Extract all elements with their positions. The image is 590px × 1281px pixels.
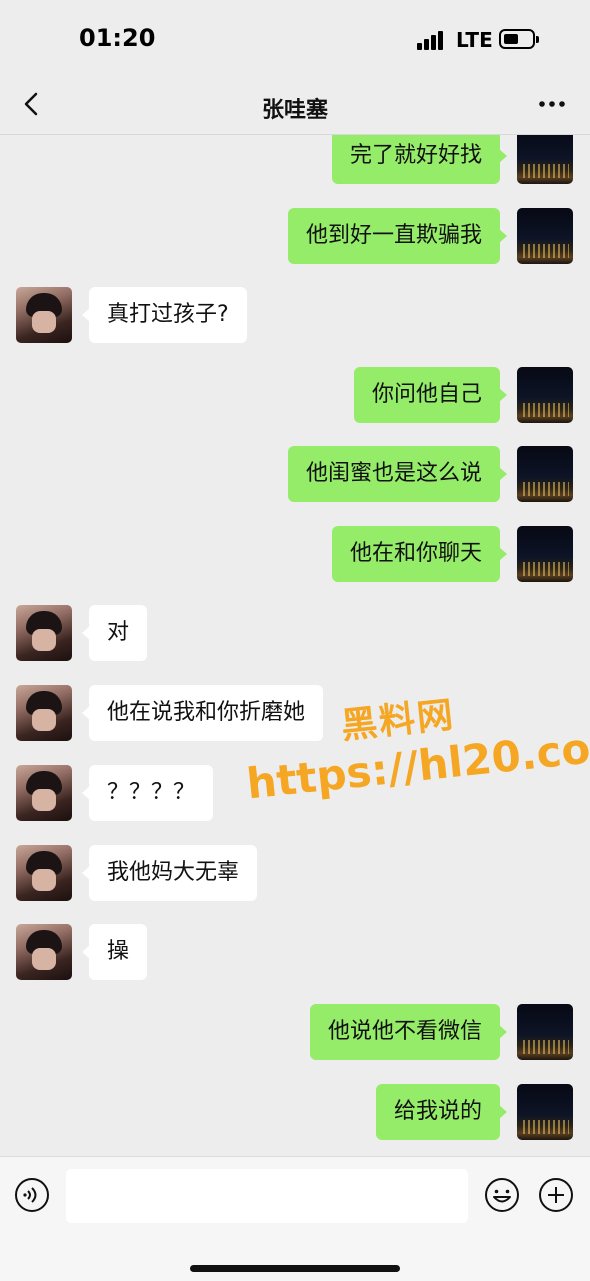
message-bubble[interactable]: ？？？？ xyxy=(81,765,214,821)
my-avatar[interactable] xyxy=(517,367,573,423)
message-row-sent: 给我说的 xyxy=(0,1084,590,1140)
contact-avatar[interactable] xyxy=(16,845,72,901)
message-list[interactable]: 完了就好好找他到好一直欺骗我 真打过孩子? 你问他自己他闺蜜也是这么说他在和你聊天对… xyxy=(0,135,590,1156)
message-bubble[interactable]: 真打过孩子? xyxy=(82,287,247,343)
message-row-received: 我他妈大无辜 xyxy=(0,845,590,901)
message-bubble[interactable]: 他在说我和你折磨她 xyxy=(81,685,324,741)
message-bubble[interactable]: 完了就好好找 xyxy=(331,135,508,184)
my-avatar[interactable] xyxy=(517,1004,573,1060)
message-bubble[interactable]: 他闺蜜也是这么说 xyxy=(287,446,508,502)
message-row-sent: 你问他自己 xyxy=(0,367,590,423)
my-avatar[interactable] xyxy=(517,526,573,582)
contact-avatar[interactable] xyxy=(16,605,72,661)
message-input[interactable] xyxy=(66,1169,468,1223)
contact-avatar[interactable] xyxy=(16,287,72,343)
signal-bars-icon xyxy=(417,30,447,50)
message-bubble[interactable]: 操 xyxy=(81,924,148,980)
emoji-icon[interactable] xyxy=(484,1177,520,1213)
more-dots-icon[interactable] xyxy=(538,94,566,114)
message-bubble[interactable]: 你问他自己 xyxy=(353,367,508,423)
message-bubble[interactable]: 他到好一直欺骗我 xyxy=(287,208,508,264)
message-bubble[interactable]: 他说他不看微信 xyxy=(309,1004,508,1060)
message-row-received: 对 xyxy=(0,605,590,661)
plus-circle-icon[interactable] xyxy=(538,1177,574,1213)
message-row-sent: 他到好一直欺骗我 xyxy=(0,208,590,264)
voice-icon[interactable] xyxy=(14,1177,50,1213)
message-row-sent: 完了就好好找 xyxy=(0,135,590,184)
message-row-received: 操 xyxy=(0,924,590,980)
chat-title: 张哇塞 xyxy=(261,98,328,123)
nav-bar: 张哇塞 xyxy=(0,80,590,135)
status-time: 01:20 xyxy=(79,24,156,52)
my-avatar[interactable] xyxy=(517,135,573,184)
contact-avatar[interactable] xyxy=(16,685,72,741)
contact-avatar[interactable] xyxy=(16,765,72,821)
message-row-received: 真打过孩子? xyxy=(0,287,590,343)
message-bubble[interactable]: 对 xyxy=(81,605,148,661)
network-type: LTE xyxy=(456,28,493,52)
message-bubble[interactable]: 我他妈大无辜 xyxy=(81,845,258,901)
battery-icon xyxy=(499,29,539,49)
message-row-sent: 他闺蜜也是这么说 xyxy=(0,446,590,502)
message-row-sent: 他在和你聊天 xyxy=(0,526,590,582)
home-indicator xyxy=(190,1265,400,1272)
input-bar xyxy=(0,1156,590,1281)
my-avatar[interactable] xyxy=(517,1084,573,1140)
message-bubble[interactable]: 他在和你聊天 xyxy=(331,526,508,582)
message-bubble[interactable]: 给我说的 xyxy=(375,1084,508,1140)
status-bar: 01:20 LTE xyxy=(0,0,590,80)
contact-avatar[interactable] xyxy=(16,924,72,980)
my-avatar[interactable] xyxy=(517,446,573,502)
message-row-sent: 他说他不看微信 xyxy=(0,1004,590,1060)
my-avatar[interactable] xyxy=(517,208,573,264)
